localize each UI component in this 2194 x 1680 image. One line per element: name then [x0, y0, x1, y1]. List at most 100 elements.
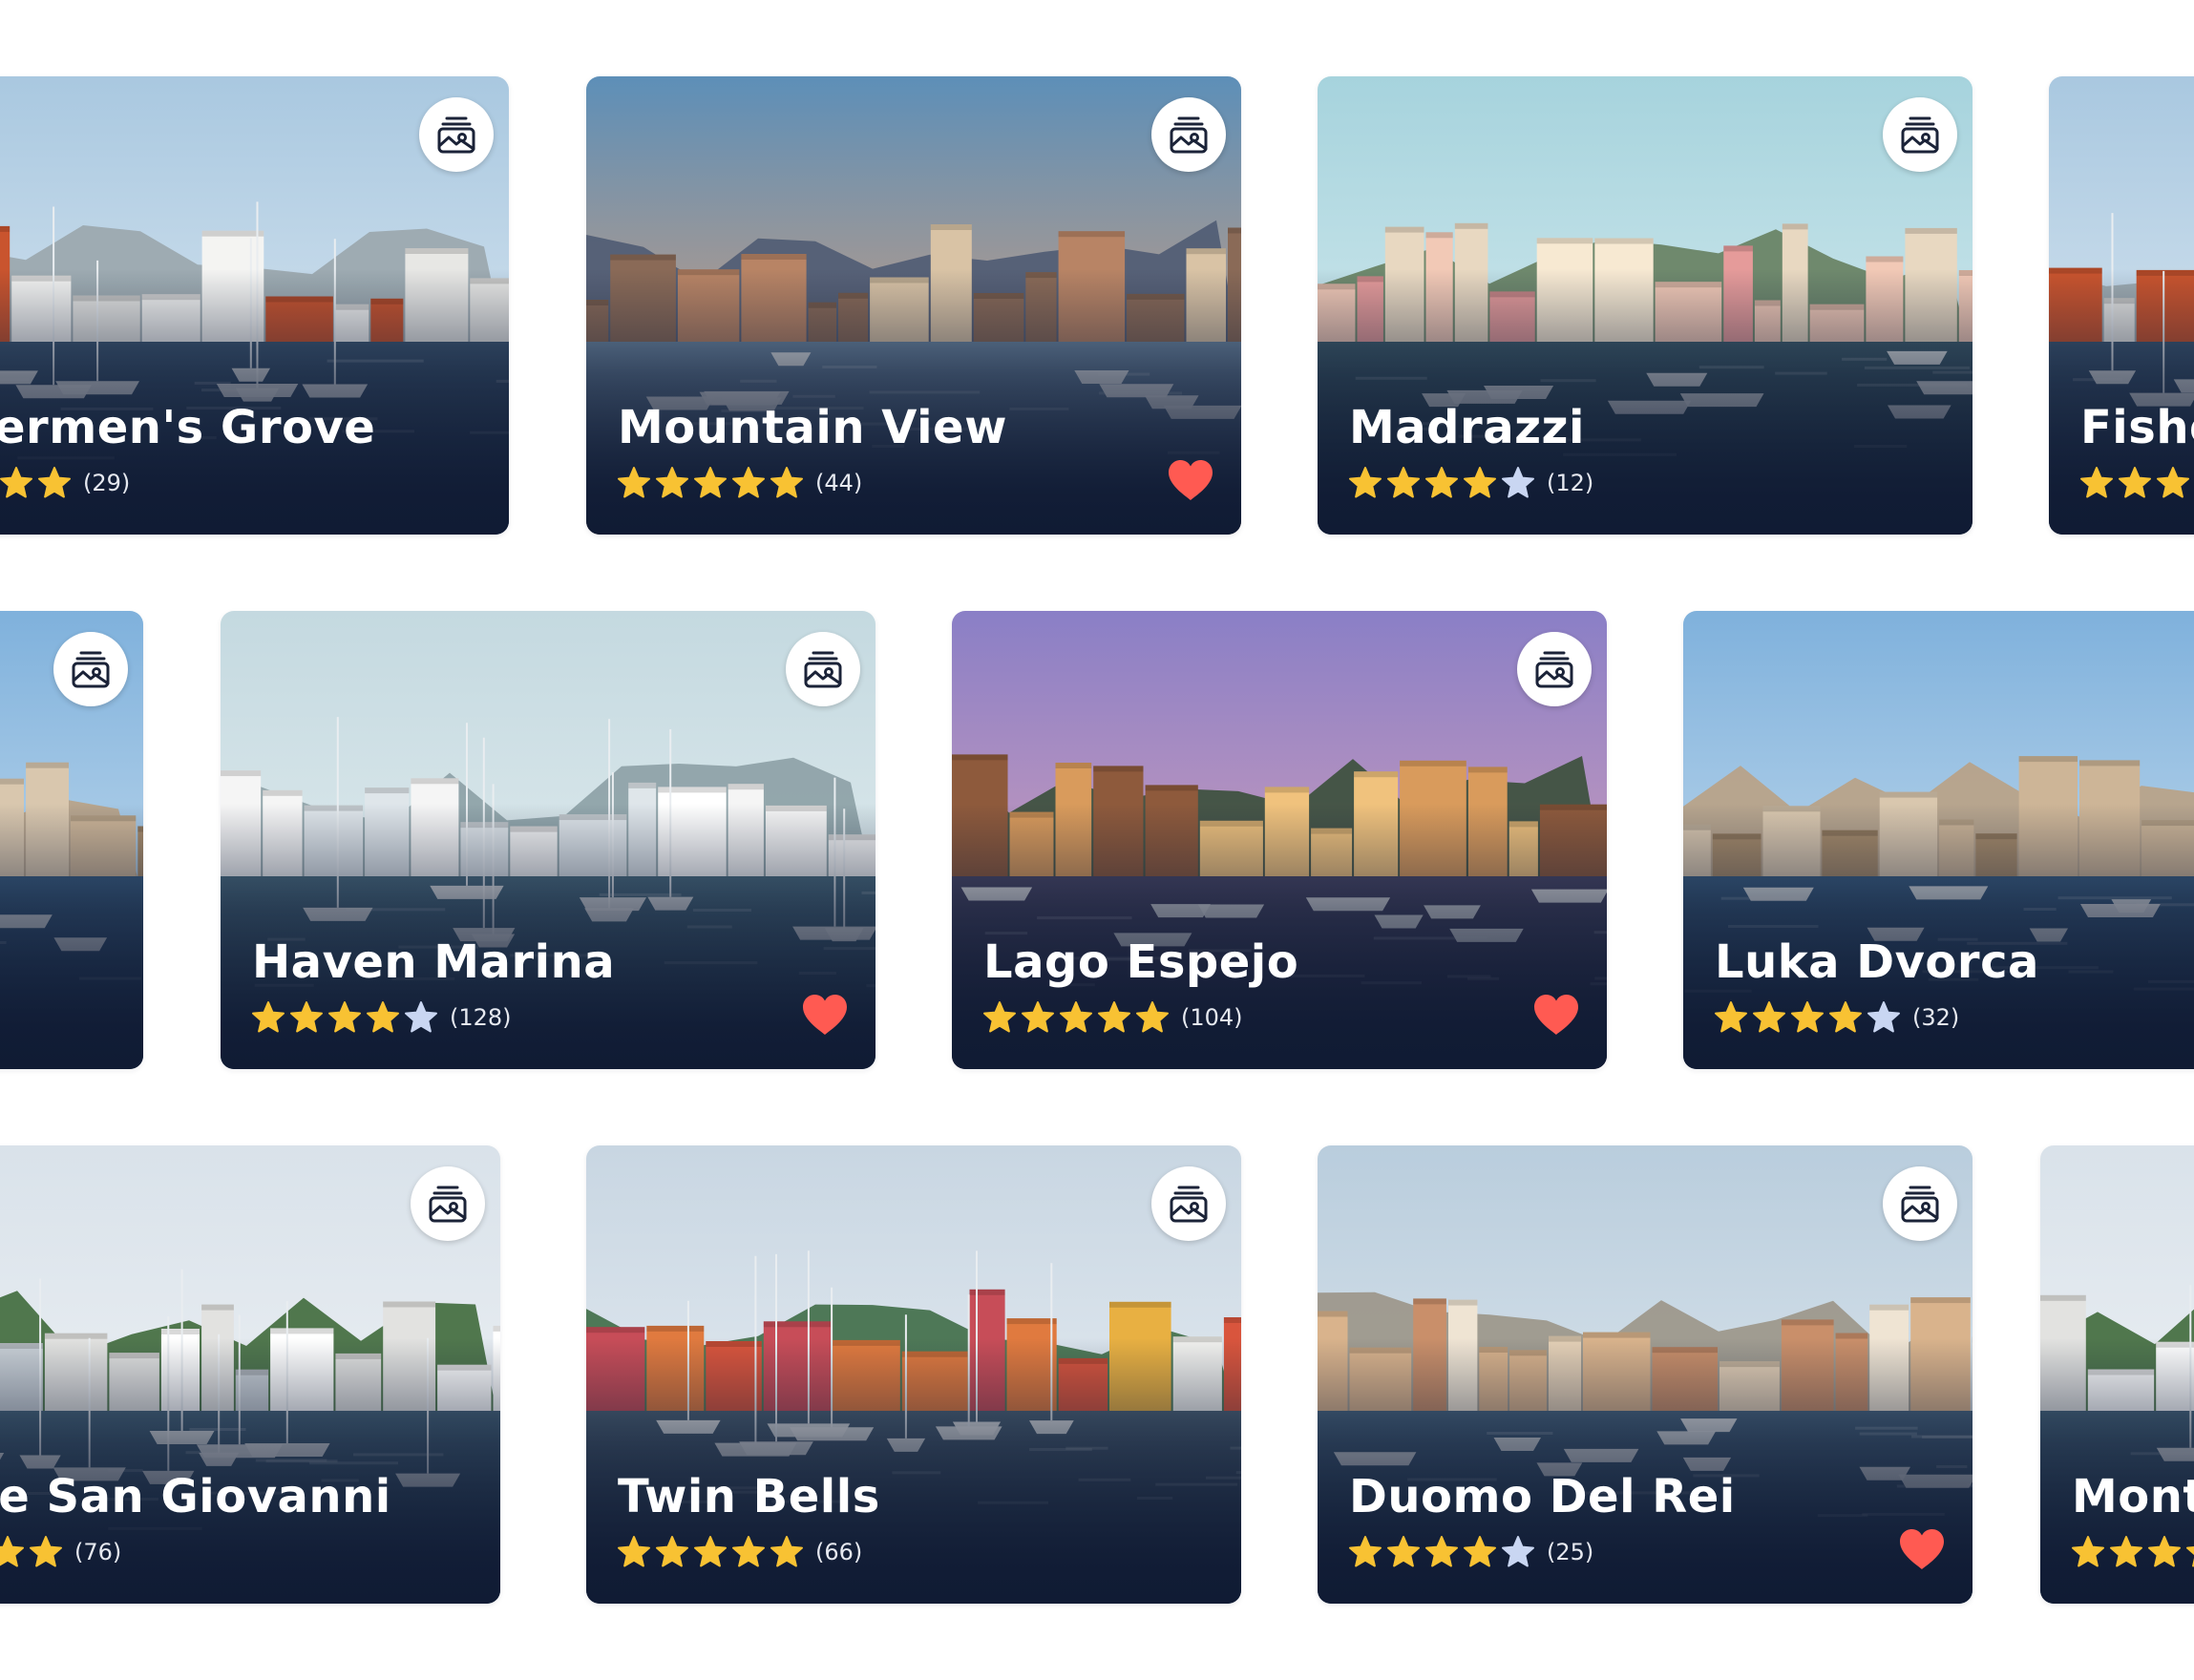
star-icon	[982, 1000, 1021, 1035]
star-icon	[770, 1535, 808, 1569]
gallery-button[interactable]	[786, 632, 860, 706]
favorite-heart-icon[interactable]	[801, 993, 849, 1037]
destination-title: Duomo Del Rei	[1349, 1470, 1736, 1523]
destination-title: Lago Espejo	[983, 935, 1299, 989]
star-icon	[1867, 1000, 1905, 1035]
star-icon	[0, 1535, 29, 1569]
star-icon	[327, 1000, 366, 1035]
star-icon	[1021, 1000, 1059, 1035]
destination-title: Fishermen's Grove	[0, 401, 376, 454]
gallery-button[interactable]	[1883, 97, 1957, 172]
star-icon	[29, 1535, 67, 1569]
gallery-button[interactable]	[411, 1166, 485, 1241]
star-rating: (104)	[982, 1000, 1243, 1035]
star-rating	[2071, 1535, 2194, 1569]
gallery-button[interactable]	[53, 632, 128, 706]
destination-card[interactable]: Haven Marina (128)	[221, 611, 875, 1069]
star-rating: (76)	[0, 1535, 121, 1569]
photo-stack-icon	[1532, 647, 1576, 691]
star-icon	[0, 466, 37, 500]
favorite-heart-icon[interactable]	[1532, 993, 1580, 1037]
star-rating: (66)	[617, 1535, 862, 1569]
star-icon	[1348, 466, 1386, 500]
destination-card[interactable]: Fishermen's Grove (29)	[0, 76, 509, 535]
star-rating: (32)	[1714, 1000, 1959, 1035]
destination-card[interactable]: Madrazzi (12)	[1318, 76, 1972, 535]
destination-title: Mountain View	[618, 401, 1007, 454]
star-icon	[655, 466, 693, 500]
star-icon	[1424, 466, 1463, 500]
star-icon	[2079, 466, 2118, 500]
star-icon	[2147, 1535, 2185, 1569]
gallery-button[interactable]	[419, 97, 494, 172]
photo-stack-icon	[1898, 113, 1942, 157]
star-icon	[251, 1000, 289, 1035]
gallery-button[interactable]	[1517, 632, 1592, 706]
star-icon	[731, 1535, 770, 1569]
gallery-button[interactable]	[1151, 1166, 1226, 1241]
review-count: (32)	[1912, 1004, 1960, 1031]
destination-card[interactable]: Twin Bells (66)	[586, 1145, 1241, 1604]
star-icon	[770, 466, 808, 500]
star-rating: (12)	[1348, 466, 1593, 500]
star-rating: (128)	[251, 1000, 512, 1035]
destination-card[interactable]: Luka Dvorca (32)	[1683, 611, 2194, 1069]
destination-title: Ponte San Giovanni	[0, 1470, 391, 1523]
destination-card[interactable]: Lago Espejo (104)	[952, 611, 1607, 1069]
star-icon	[1097, 1000, 1135, 1035]
star-rating: (44)	[617, 466, 862, 500]
star-icon	[2156, 466, 2194, 500]
review-count: (66)	[815, 1539, 863, 1565]
destination-card[interactable]: Ponte San Giovanni (76)	[0, 1145, 500, 1604]
favorite-heart-icon[interactable]	[1898, 1527, 1946, 1571]
photo-stack-icon	[434, 113, 478, 157]
star-icon	[2118, 466, 2156, 500]
star-icon	[404, 1000, 442, 1035]
review-count: (128)	[450, 1004, 512, 1031]
star-rating: (29)	[2079, 466, 2194, 500]
review-count: (76)	[74, 1539, 122, 1565]
photo-gradient-overlay	[0, 803, 143, 1069]
star-icon	[1424, 1535, 1463, 1569]
star-icon	[1135, 1000, 1173, 1035]
destination-title: Haven Marina	[252, 935, 616, 989]
star-icon	[693, 1535, 731, 1569]
star-icon	[1386, 466, 1424, 500]
star-icon	[617, 466, 655, 500]
star-icon	[1752, 1000, 1790, 1035]
star-icon	[1059, 1000, 1097, 1035]
star-icon	[1463, 466, 1501, 500]
review-count: (104)	[1181, 1004, 1243, 1031]
gallery-button[interactable]	[1883, 1166, 1957, 1241]
destination-card[interactable]: Mountain View (44)	[586, 76, 1241, 535]
review-count: (12)	[1547, 470, 1594, 496]
star-icon	[289, 1000, 327, 1035]
destination-card[interactable]: Monte	[2040, 1145, 2194, 1604]
destination-card[interactable]: Fishermen's Grove (29)	[2049, 76, 2194, 535]
star-icon	[1790, 1000, 1828, 1035]
star-icon	[37, 466, 75, 500]
photo-stack-icon	[801, 647, 845, 691]
star-icon	[731, 466, 770, 500]
star-icon	[655, 1535, 693, 1569]
review-count: (29)	[83, 470, 131, 496]
review-count: (25)	[1547, 1539, 1594, 1565]
star-icon	[1714, 1000, 1752, 1035]
favorite-heart-icon[interactable]	[1167, 458, 1214, 502]
star-icon	[1463, 1535, 1501, 1569]
star-icon	[366, 1000, 404, 1035]
destination-title: Luka Dvorca	[1715, 935, 2039, 989]
star-icon	[1348, 1535, 1386, 1569]
destination-title: Madrazzi	[1349, 401, 1585, 454]
photo-stack-icon	[1898, 1182, 1942, 1226]
destination-title: Fishermen's Grove	[2080, 401, 2194, 454]
star-icon	[2071, 1535, 2109, 1569]
destination-title: Twin Bells	[618, 1470, 880, 1523]
gallery-button[interactable]	[1151, 97, 1226, 172]
destination-card[interactable]: Luka Dvorca(32)	[0, 611, 143, 1069]
star-icon	[693, 466, 731, 500]
destination-card[interactable]: Duomo Del Rei (25)	[1318, 1145, 1972, 1604]
star-icon	[2185, 1535, 2194, 1569]
photo-stack-icon	[1167, 1182, 1211, 1226]
star-icon	[617, 1535, 655, 1569]
